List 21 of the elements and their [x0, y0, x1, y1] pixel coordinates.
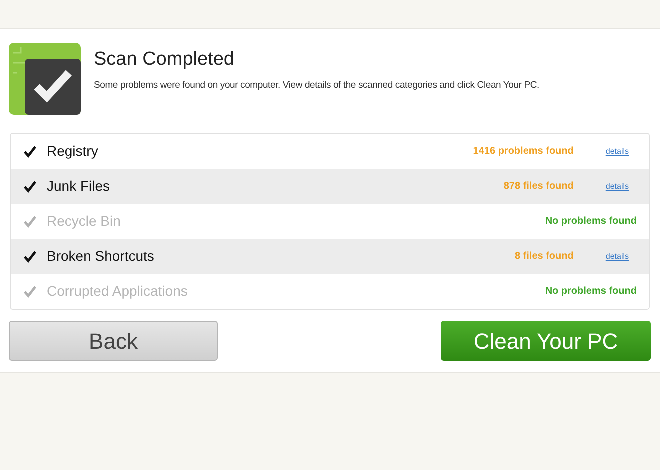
scan-result: 1416 problems found — [473, 145, 574, 159]
details-link[interactable]: details — [606, 146, 629, 158]
checkbox[interactable] — [23, 144, 37, 158]
checkbox[interactable] — [23, 250, 37, 264]
scan-result: No problems found — [545, 215, 637, 229]
dialog-title: Scan Completed — [94, 48, 236, 72]
back-button[interactable]: Back — [9, 321, 218, 361]
category-name: Registry — [47, 142, 100, 161]
scan-result: No problems found — [545, 285, 637, 299]
category-name: Recycle Bin — [47, 212, 122, 231]
dialog-message: Some problems were found on your computer. View details of the scanned categories and click Clean Your PC. — [94, 78, 540, 92]
checkbox[interactable] — [23, 180, 37, 194]
details-link[interactable]: details — [606, 180, 629, 192]
scan-result: 8 files found — [514, 250, 574, 264]
clean-pc-button[interactable]: Clean Your PC — [441, 321, 651, 361]
details-link[interactable]: details — [606, 250, 629, 262]
scan-result: 878 files found — [504, 180, 574, 194]
category-name: Corrupted Applications — [47, 282, 189, 301]
category-name: Broken Shortcuts — [47, 247, 156, 266]
chip-checkmark-icon — [9, 43, 81, 115]
category-name: Junk Files — [47, 177, 112, 196]
